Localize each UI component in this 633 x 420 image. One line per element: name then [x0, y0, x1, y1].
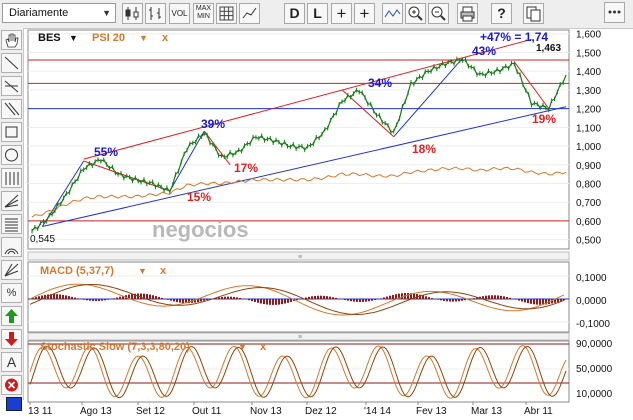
y-tick-label: 0,800 — [576, 179, 601, 190]
x-tick-label: 13 11 — [28, 406, 53, 417]
ticker-label: BES — [38, 32, 61, 44]
x-tick-label: Ago 13 — [80, 406, 112, 417]
y-tick-label: 1,000 — [576, 142, 601, 153]
stochastic-close-icon[interactable]: x — [260, 341, 267, 353]
x-tick-label: Nov 13 — [250, 406, 282, 417]
x-tick-label: Dez 12 — [305, 406, 337, 417]
y-tick-label: 1,200 — [576, 105, 601, 116]
y-tick-label: 1,300 — [576, 86, 601, 97]
loss-label: 18% — [412, 142, 436, 156]
splitter-grip-icon: ≡ — [298, 254, 302, 261]
low-value-label: 0,545 — [30, 234, 55, 245]
stoch-tick: 50,0000 — [576, 364, 613, 375]
x-tick-label: Set 12 — [136, 406, 165, 417]
y-tick-label: 0,700 — [576, 198, 601, 209]
y-tick-label: 1,100 — [576, 123, 601, 134]
high-value-label: 1,463 — [536, 43, 561, 54]
x-tick-label: Abr 11 — [524, 406, 553, 417]
stoch-tick: 10,0000 — [576, 389, 613, 400]
compare-label: PSI 20 — [92, 32, 125, 44]
compare-close-icon[interactable]: x — [162, 32, 169, 44]
compare-dropdown-icon[interactable]: ▼ — [139, 33, 148, 43]
splitter-grip-icon: ≡ — [298, 334, 302, 341]
stochastic-title: Stochastic Slow (7,3,3,80,20) — [40, 341, 190, 353]
stoch-tick: 90,0000 — [576, 339, 613, 350]
macd-tick: 0,1000 — [576, 273, 607, 284]
ratio-label: +47% = 1,74 — [480, 30, 548, 44]
watermark-text: negocios — [152, 217, 249, 242]
gain-label: 43% — [472, 44, 496, 58]
y-tick-label: 0,600 — [576, 217, 601, 228]
x-tick-label: '14 14 — [364, 406, 391, 417]
y-tick-label: 1,400 — [576, 67, 601, 78]
price-panel — [27, 29, 570, 250]
gain-label: 55% — [94, 145, 118, 159]
ticker-dropdown-icon[interactable]: ▼ — [69, 33, 78, 43]
loss-label: 17% — [234, 161, 258, 175]
y-tick-label: 0,900 — [576, 161, 601, 172]
macd-title: MACD (5,37,7) — [40, 265, 114, 277]
gain-label: 39% — [201, 117, 225, 131]
chart-area: negocios 55% 39% 34% 43% 15% 17% 18% 19% +47% = … — [27, 29, 613, 417]
y-tick-label: 1,500 — [576, 48, 601, 59]
stochastic-dropdown-icon[interactable]: ▼ — [238, 342, 247, 352]
x-tick-label: Mar 13 — [471, 406, 503, 417]
y-tick-label: 0,500 — [576, 236, 601, 247]
macd-tick: 0,0000 — [576, 296, 607, 307]
loss-label: 15% — [187, 190, 211, 204]
x-tick-label: Out 11 — [192, 406, 222, 417]
macd-tick: -0,1000 — [576, 319, 610, 330]
y-tick-label: 1,600 — [576, 30, 601, 41]
gain-label: 34% — [368, 76, 392, 90]
x-tick-label: Fev 13 — [416, 406, 447, 417]
macd-dropdown-icon[interactable]: ▼ — [138, 266, 147, 276]
loss-label: 19% — [532, 112, 556, 126]
macd-close-icon[interactable]: x — [160, 265, 167, 277]
